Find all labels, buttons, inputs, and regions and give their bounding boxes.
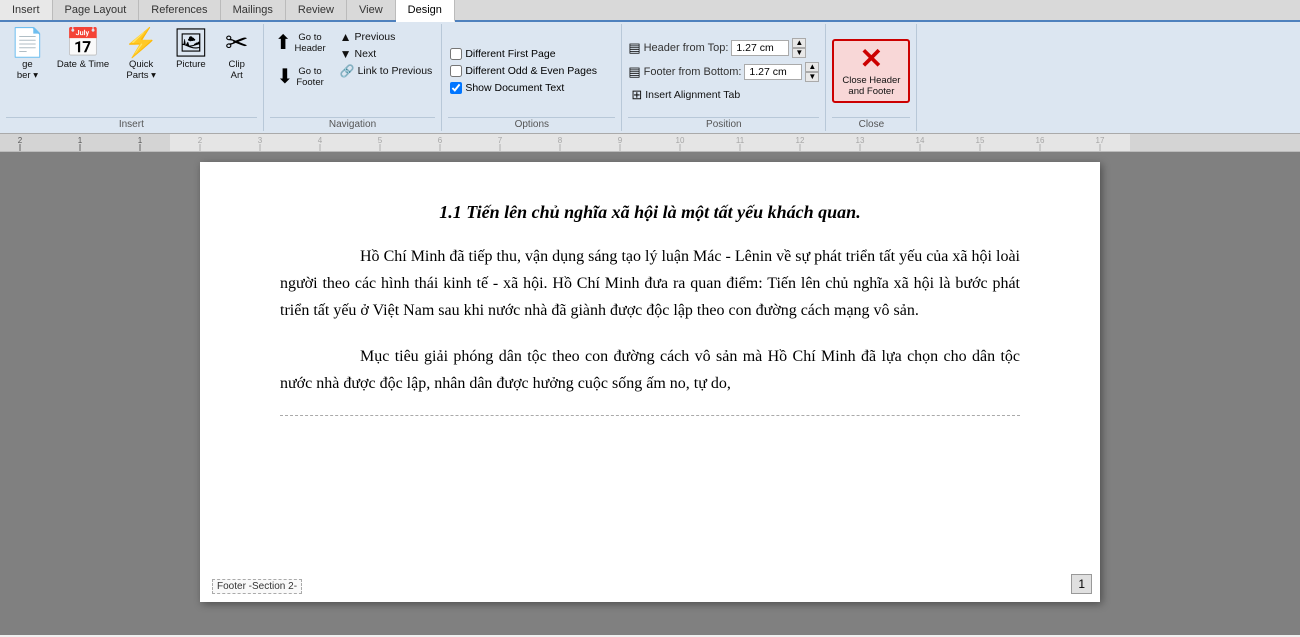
svg-text:2: 2 xyxy=(18,136,23,145)
close-header-icon: ✕ xyxy=(860,45,883,73)
page-number: 1 xyxy=(1071,574,1092,594)
footer-bottom-up[interactable]: ▲ xyxy=(805,62,819,72)
document-heading: 1.1 Tiến lên chủ nghĩa xã hội là một tất… xyxy=(280,202,1020,223)
ruler-svg: 2 1 1 2 3 4 5 6 7 8 9 10 11 12 13 14 15 … xyxy=(0,134,1300,152)
svg-text:1: 1 xyxy=(78,136,83,145)
quick-parts-icon: ⚡ xyxy=(124,29,159,57)
ruler: 2 1 1 2 3 4 5 6 7 8 9 10 11 12 13 14 15 … xyxy=(0,134,1300,152)
document-page: 1.1 Tiến lên chủ nghĩa xã hội là một tất… xyxy=(200,162,1100,602)
tab-references[interactable]: References xyxy=(139,0,220,20)
header-top-icon: ▤ xyxy=(628,40,640,56)
clip-art-button[interactable]: ✂ ClipArt xyxy=(217,27,257,83)
tab-review[interactable]: Review xyxy=(286,0,347,20)
previous-button[interactable]: ▲ Previous xyxy=(337,29,436,45)
group-insert: 📄 geber ▾ 📅 Date & Time ⚡ QuickParts ▾ 🖼… xyxy=(0,24,264,131)
group-options: Different First Page Different Odd & Eve… xyxy=(442,24,622,131)
date-time-button[interactable]: 📅 Date & Time xyxy=(53,27,113,72)
group-navigation-label: Navigation xyxy=(270,117,436,131)
tab-view[interactable]: View xyxy=(347,0,396,20)
go-to-header-button[interactable]: ⬆ Go toHeader xyxy=(270,27,331,58)
tab-insert[interactable]: Insert xyxy=(0,0,53,20)
paragraph-1[interactable]: Hồ Chí Minh đã tiếp thu, vận dụng sáng t… xyxy=(280,243,1020,325)
group-options-label: Options xyxy=(448,117,615,131)
quick-parts-button[interactable]: ⚡ QuickParts ▾ xyxy=(117,27,165,83)
go-to-footer-icon: ⬇ xyxy=(277,64,294,89)
tab-bar: Insert Page Layout References Mailings R… xyxy=(0,0,1300,22)
group-position: ▤ Header from Top: ▲ ▼ ▤ Footer from Bot… xyxy=(622,24,826,131)
tab-page-layout[interactable]: Page Layout xyxy=(53,0,140,20)
diff-odd-even-checkbox[interactable]: Different Odd & Even Pages xyxy=(448,64,599,78)
show-doc-text-checkbox[interactable]: Show Document Text xyxy=(448,81,566,95)
picture-icon: 🖼 xyxy=(173,29,209,57)
link-icon: 🔗 xyxy=(340,64,355,78)
paragraph-2[interactable]: Mục tiêu giải phóng dân tộc theo con đườ… xyxy=(280,343,1020,397)
tab-mailings[interactable]: Mailings xyxy=(221,0,286,20)
next-button[interactable]: ▼ Next xyxy=(337,46,436,62)
footer-section-label: Footer -Section 2- xyxy=(212,579,302,594)
footer-from-bottom-row: ▤ Footer from Bottom: ▲ ▼ xyxy=(628,62,819,82)
header-top-down[interactable]: ▼ xyxy=(792,48,806,58)
alignment-tab-icon: ⊞ xyxy=(631,87,642,103)
footer-bottom-icon: ▤ xyxy=(628,64,640,80)
group-position-label: Position xyxy=(628,117,819,131)
go-to-footer-button[interactable]: ⬇ Go toFooter xyxy=(270,61,331,92)
page-icon: 📄 xyxy=(10,29,45,57)
group-navigation: ⬆ Go toHeader ⬇ Go toFooter ▲ Previous ▼… xyxy=(264,24,443,131)
next-icon: ▼ xyxy=(340,47,352,61)
go-to-header-icon: ⬆ xyxy=(275,30,292,55)
picture-button[interactable]: 🖼 Picture xyxy=(169,27,213,72)
footer-divider xyxy=(280,415,1020,416)
ribbon: 📄 geber ▾ 📅 Date & Time ⚡ QuickParts ▾ 🖼… xyxy=(0,22,1300,134)
previous-icon: ▲ xyxy=(340,30,352,44)
footer-bottom-down[interactable]: ▼ xyxy=(805,72,819,82)
header-from-top-row: ▤ Header from Top: ▲ ▼ xyxy=(628,38,806,58)
date-icon: 📅 xyxy=(66,29,101,57)
diff-first-page-checkbox[interactable]: Different First Page xyxy=(448,47,557,61)
group-close: ✕ Close Headerand Footer Close xyxy=(826,24,917,131)
document-area: 1.1 Tiến lên chủ nghĩa xã hội là một tất… xyxy=(0,152,1300,635)
tab-design[interactable]: Design xyxy=(396,0,455,22)
group-insert-label: Insert xyxy=(6,117,257,131)
clip-art-icon: ✂ xyxy=(225,29,248,57)
insert-alignment-tab-button[interactable]: ⊞ Insert Alignment Tab xyxy=(628,86,743,104)
header-top-up[interactable]: ▲ xyxy=(792,38,806,48)
footer-bottom-input[interactable] xyxy=(744,64,802,80)
page-button[interactable]: 📄 geber ▾ xyxy=(6,27,49,83)
group-close-label: Close xyxy=(832,117,910,131)
link-to-previous-button[interactable]: 🔗 Link to Previous xyxy=(337,63,436,79)
header-top-input[interactable] xyxy=(731,40,789,56)
svg-text:1: 1 xyxy=(138,136,143,145)
close-header-footer-button[interactable]: ✕ Close Headerand Footer xyxy=(832,39,910,103)
